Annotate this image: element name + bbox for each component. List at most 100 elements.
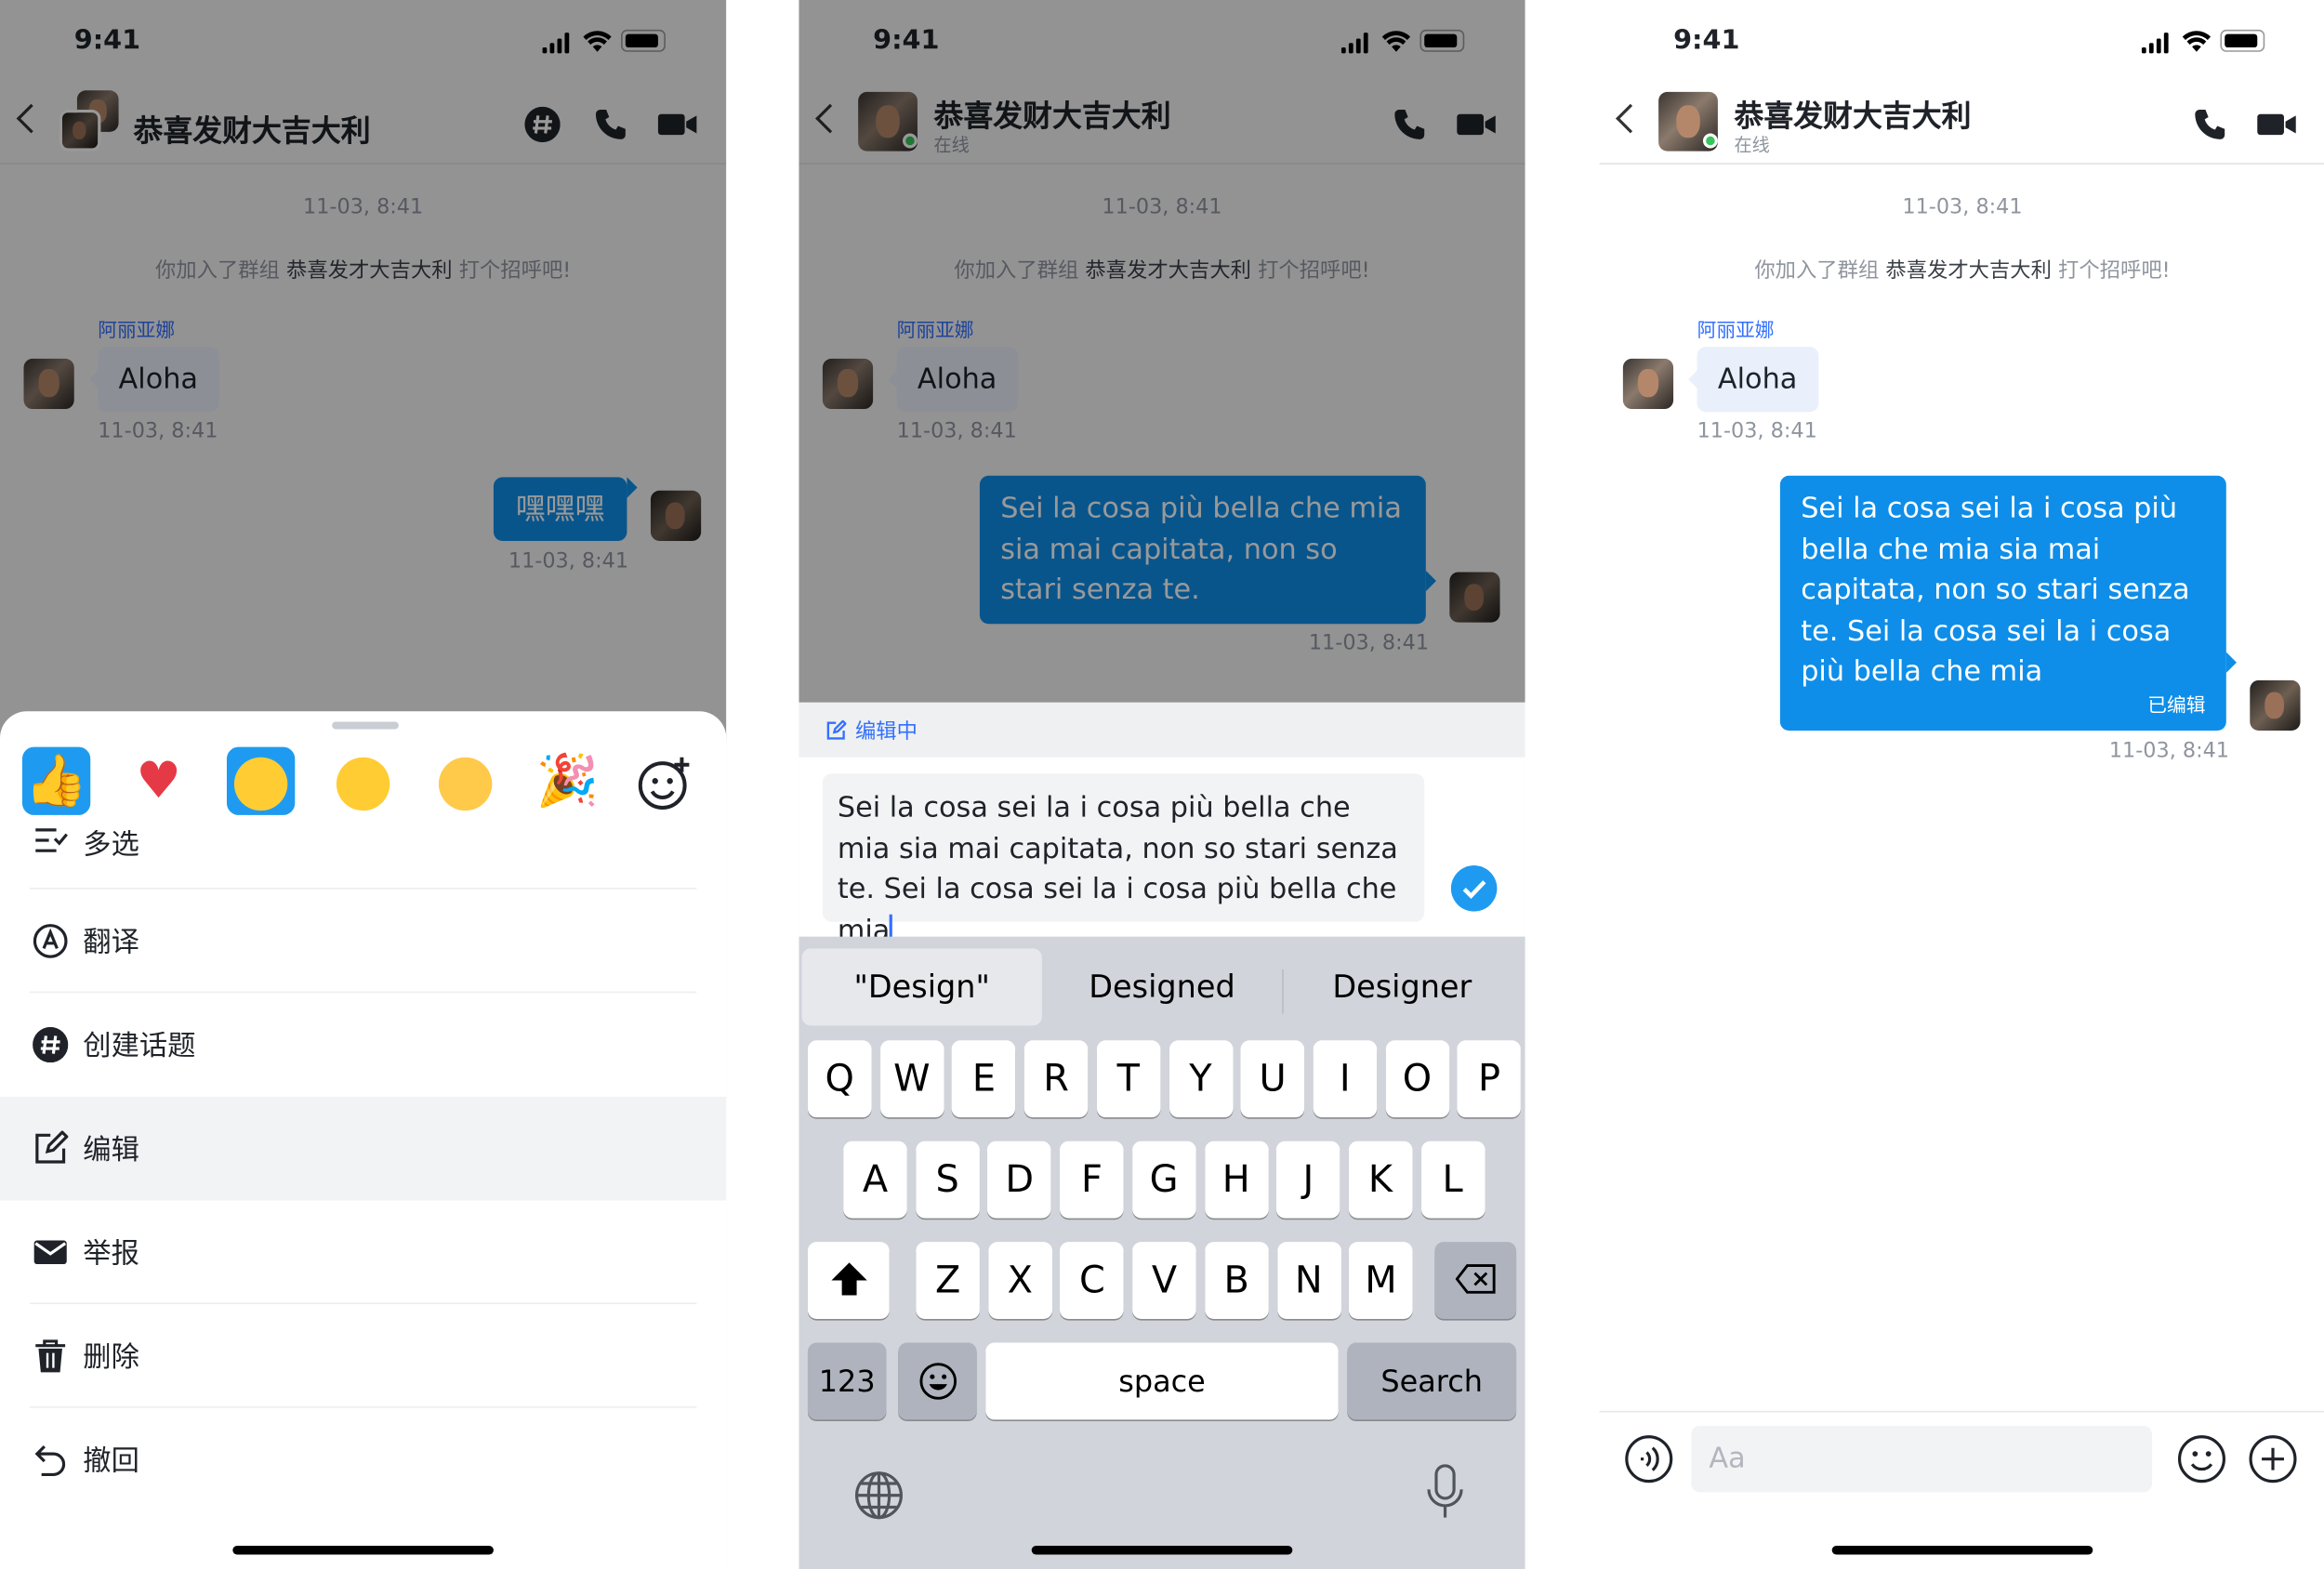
search-key[interactable]: Search — [1347, 1342, 1517, 1420]
menu-multi-select[interactable]: 多选 — [0, 785, 726, 890]
cellular-signal-icon — [2141, 33, 2172, 54]
menu-delete[interactable]: 删除 — [0, 1304, 726, 1408]
key-w[interactable]: W — [879, 1040, 944, 1118]
incoming-message-time: 11-03, 8:41 — [1697, 419, 1817, 443]
mail-icon — [33, 1240, 67, 1265]
key-s[interactable]: S — [915, 1140, 980, 1219]
menu-label: 多选 — [83, 828, 139, 862]
sender-name[interactable]: 阿丽亚娜 — [1697, 314, 1775, 342]
ios-keyboard: "Design" Designed Designer QWERTYUIOP ASD… — [799, 936, 1525, 1569]
phone-screen-editing: 9:41 恭喜发财大吉大利 在线 11-03, 8:41 你加入了群组 恭喜发才… — [799, 0, 1525, 1569]
key-t[interactable]: T — [1096, 1040, 1161, 1118]
space-key[interactable]: space — [985, 1342, 1339, 1420]
design-board: 9:41 恭喜发财大吉大利 11-03, 8:41 你加入了群组 恭喜发才大吉大… — [0, 0, 2324, 1569]
sheet-drag-handle[interactable] — [332, 721, 399, 730]
globe-icon[interactable] — [853, 1470, 904, 1521]
edit-icon — [35, 1130, 69, 1164]
key-p[interactable]: P — [1457, 1040, 1522, 1118]
key-n[interactable]: N — [1276, 1242, 1341, 1320]
microphone-icon[interactable] — [1426, 1464, 1464, 1521]
translate-icon — [33, 924, 68, 958]
menu-edit[interactable]: 编辑 — [0, 1096, 727, 1201]
shift-arrow-icon — [830, 1262, 866, 1296]
key-e[interactable]: E — [952, 1040, 1016, 1118]
menu-label: 编辑 — [83, 1133, 139, 1167]
battery-icon — [2220, 29, 2265, 52]
key-g[interactable]: G — [1131, 1140, 1196, 1219]
voice-input-icon[interactable] — [1624, 1434, 1673, 1483]
chat-timestamp: 11-03, 8:41 — [1902, 195, 2023, 219]
key-y[interactable]: Y — [1169, 1040, 1233, 1118]
message-text: Sei la cosa sei la i cosa più bella che … — [1801, 492, 2190, 688]
menu-label: 翻译 — [83, 926, 139, 959]
menu-recall[interactable]: 撤回 — [0, 1408, 726, 1512]
key-f[interactable]: F — [1060, 1140, 1124, 1219]
phone-screen-message-menu: 9:41 恭喜发财大吉大利 11-03, 8:41 你加入了群组 恭喜发才大吉大… — [0, 0, 727, 1569]
key-o[interactable]: O — [1385, 1040, 1449, 1118]
dim-overlay[interactable] — [0, 0, 727, 742]
sender-avatar[interactable] — [1622, 358, 1674, 410]
emoji-icon[interactable] — [2177, 1434, 2226, 1483]
hashtag-icon — [33, 1026, 69, 1063]
key-l[interactable]: L — [1420, 1140, 1485, 1219]
message-composer: Aa — [1599, 1410, 2324, 1569]
suggestion-1[interactable]: "Design" — [801, 948, 1042, 1026]
backspace-key[interactable] — [1434, 1242, 1517, 1320]
editing-indicator: 编辑中 — [799, 702, 1525, 758]
menu-label: 举报 — [83, 1237, 139, 1271]
incoming-message-bubble[interactable]: Aloha — [1688, 347, 1818, 413]
video-camera-icon[interactable] — [2256, 107, 2298, 142]
key-m[interactable]: M — [1349, 1242, 1413, 1320]
menu-report[interactable]: 举报 — [0, 1200, 726, 1305]
key-c[interactable]: C — [1060, 1242, 1125, 1320]
presence-status: 在线 — [1734, 135, 1770, 156]
message-input[interactable]: Aa — [1691, 1425, 2153, 1493]
menu-create-topic[interactable]: 创建话题 — [0, 993, 726, 1097]
key-u[interactable]: U — [1240, 1040, 1305, 1118]
outgoing-message-time: 11-03, 8:41 — [2108, 739, 2230, 764]
key-z[interactable]: Z — [916, 1242, 980, 1320]
message-edit-input[interactable]: Sei la cosa sei la i cosa più bella che … — [822, 773, 1425, 946]
message-action-sheet: 👍 ♥ 🎉 多选 翻译 创建话题 编辑 举报 删除 撤回 — [0, 711, 727, 1569]
undo-icon — [34, 1445, 66, 1477]
key-r[interactable]: R — [1023, 1040, 1089, 1118]
suggestion-2[interactable]: Designed — [1042, 948, 1282, 1025]
menu-label: 删除 — [83, 1340, 139, 1375]
key-h[interactable]: H — [1204, 1140, 1269, 1219]
wifi-icon — [2182, 31, 2212, 52]
online-dot — [1702, 133, 1718, 149]
key-x[interactable]: X — [987, 1242, 1052, 1320]
outgoing-message-bubble[interactable]: Sei la cosa sei la i cosa più bella che … — [1779, 475, 2237, 732]
phone-screen-edited: 9:41 恭喜发财大吉大利 在线 11-03, 8:41 你加入了群组 恭喜发才… — [1599, 0, 2324, 1569]
key-b[interactable]: B — [1204, 1242, 1269, 1320]
key-i[interactable]: I — [1313, 1040, 1378, 1118]
key-j[interactable]: J — [1276, 1140, 1340, 1219]
status-time: 9:41 — [1673, 25, 1740, 57]
backspace-icon — [1454, 1264, 1495, 1294]
key-k[interactable]: K — [1348, 1140, 1413, 1219]
phone-icon[interactable] — [2192, 107, 2227, 142]
back-chevron-icon[interactable] — [1616, 103, 1645, 134]
editing-label: 编辑中 — [854, 719, 918, 745]
numbers-key[interactable]: 123 — [807, 1342, 887, 1420]
plus-icon[interactable] — [2249, 1434, 2298, 1483]
emoji-key[interactable] — [898, 1342, 977, 1420]
key-q[interactable]: Q — [807, 1040, 872, 1118]
menu-translate[interactable]: 翻译 — [0, 890, 726, 994]
key-v[interactable]: V — [1132, 1242, 1196, 1320]
status-bar: 9:41 — [1599, 0, 2324, 83]
edited-label: 已编辑 — [2147, 694, 2206, 718]
edit-icon — [826, 719, 847, 740]
home-indicator — [1031, 1545, 1293, 1555]
menu-label: 创建话题 — [83, 1030, 196, 1063]
key-a[interactable]: A — [843, 1140, 907, 1219]
key-d[interactable]: D — [987, 1140, 1052, 1219]
dim-overlay[interactable] — [799, 0, 1525, 703]
trash-icon — [35, 1339, 66, 1373]
home-indicator — [232, 1545, 494, 1555]
multi-select-icon — [35, 828, 68, 852]
confirm-check-icon[interactable] — [1450, 865, 1498, 912]
emoji-face-icon — [918, 1363, 957, 1400]
shift-key[interactable] — [807, 1242, 890, 1320]
suggestion-3[interactable]: Designer — [1282, 948, 1522, 1025]
